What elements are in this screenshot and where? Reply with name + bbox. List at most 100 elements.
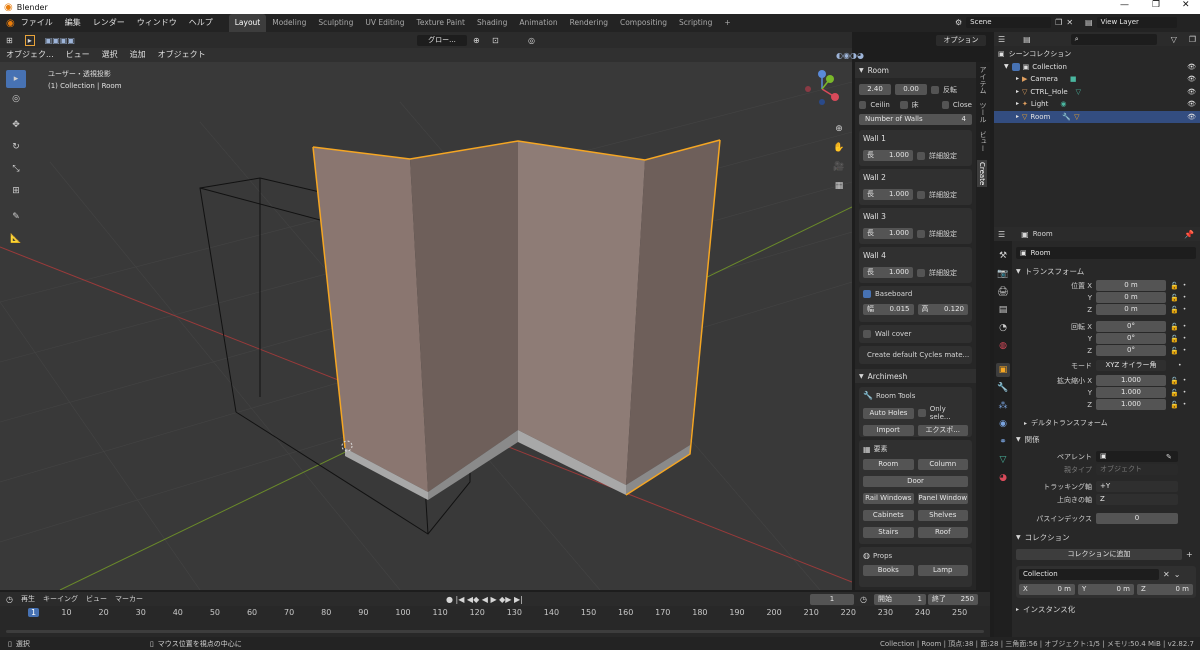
pin-icon[interactable]: 📌 bbox=[1184, 230, 1194, 239]
outliner-item-light[interactable]: ▸ ✦ Light ◉ 👁 bbox=[998, 98, 1196, 111]
transform-icon[interactable]: ⊞ bbox=[6, 180, 26, 202]
material-tab-icon[interactable]: ◕ bbox=[996, 471, 1010, 485]
lock-icon[interactable]: 🔓 bbox=[1170, 377, 1179, 385]
view-layer-tab-icon[interactable]: ▤ bbox=[996, 303, 1010, 317]
scale-icon[interactable]: ⤡ bbox=[6, 158, 26, 180]
wall-length-field[interactable]: 長 1.000 bbox=[863, 267, 913, 278]
wall-length-field[interactable]: 長 1.000 bbox=[863, 189, 913, 200]
minimize-button[interactable]: — bbox=[1120, 0, 1129, 10]
zoom-icon[interactable]: ⊕ bbox=[832, 122, 846, 136]
rotation-y-field[interactable]: 0° bbox=[1096, 333, 1166, 344]
tracking-axis-dropdown[interactable]: +Y bbox=[1096, 481, 1178, 492]
physics-tab-icon[interactable]: ◉ bbox=[996, 417, 1010, 431]
up-axis-dropdown[interactable]: Z bbox=[1096, 494, 1178, 505]
lock-icon[interactable]: 🔓 bbox=[1170, 401, 1179, 409]
parent-type-dropdown[interactable]: オブジェクト bbox=[1096, 464, 1178, 475]
rotation-z-field[interactable]: 0° bbox=[1096, 345, 1166, 356]
properties-editor-icon[interactable]: ☰ bbox=[998, 230, 1005, 239]
object-name-field[interactable]: ▣ Room bbox=[1016, 247, 1196, 259]
collection-offset-z[interactable]: Z 0 m bbox=[1137, 584, 1193, 595]
ceiling-checkbox[interactable] bbox=[859, 101, 867, 109]
lock-icon[interactable]: 🔓 bbox=[1170, 294, 1179, 302]
tab-view[interactable]: ビュー bbox=[978, 131, 988, 152]
cursor-icon[interactable]: ◎ bbox=[6, 88, 26, 110]
tab-texture-paint[interactable]: Texture Paint bbox=[411, 14, 471, 32]
tab-sculpting[interactable]: Sculpting bbox=[312, 14, 359, 32]
maximize-button[interactable]: ❐ bbox=[1152, 0, 1160, 10]
constraints-tab-icon[interactable]: ⚭ bbox=[996, 435, 1010, 449]
measure-icon[interactable]: 📐 bbox=[6, 228, 26, 250]
add-to-collection-button[interactable]: コレクションに追加 bbox=[1016, 549, 1182, 560]
collection-offset-x[interactable]: X 0 m bbox=[1019, 584, 1075, 595]
visibility-icon[interactable]: 👁 bbox=[1187, 98, 1196, 111]
move-icon[interactable]: ✥ bbox=[6, 114, 26, 136]
collection-checkbox[interactable] bbox=[1011, 62, 1020, 71]
visibility-icon[interactable]: 👁 bbox=[1187, 61, 1196, 74]
ortho-toggle-icon[interactable]: ▦ bbox=[832, 179, 846, 193]
editor-type-icon[interactable]: ⊞ bbox=[6, 36, 13, 45]
tab-item[interactable]: アイテム bbox=[978, 66, 988, 94]
scene-tab-icon[interactable]: ◔ bbox=[996, 321, 1010, 335]
wall-length-field[interactable]: 長 1.000 bbox=[863, 150, 913, 161]
tab-uv-editing[interactable]: UV Editing bbox=[359, 14, 410, 32]
lock-icon[interactable]: 🔓 bbox=[1170, 306, 1179, 314]
menu-window[interactable]: ウィンドウ bbox=[131, 14, 183, 32]
tab-modeling[interactable]: Modeling bbox=[266, 14, 312, 32]
outliner-search-input[interactable]: ⌕ bbox=[1070, 33, 1157, 45]
options-dropdown[interactable]: オプション bbox=[936, 34, 986, 46]
outliner-scene-collection[interactable]: ▣ シーンコレクション bbox=[998, 48, 1196, 61]
collection-menu-icon[interactable]: ⌄ bbox=[1174, 570, 1181, 579]
tab-rendering[interactable]: Rendering bbox=[564, 14, 614, 32]
pan-icon[interactable]: ✋ bbox=[832, 141, 846, 155]
remove-collection-icon[interactable]: ✕ bbox=[1163, 570, 1170, 579]
transform-header[interactable]: ▼ トランスフォーム bbox=[1016, 265, 1196, 277]
shelves-button[interactable]: Shelves bbox=[917, 510, 968, 521]
location-z-field[interactable]: 0 m bbox=[1096, 304, 1166, 315]
annotate-icon[interactable]: ✎ bbox=[6, 206, 26, 228]
current-frame-field[interactable]: 1 bbox=[810, 593, 854, 605]
tab-tool[interactable]: ツール bbox=[978, 102, 988, 123]
import-button[interactable]: Import bbox=[863, 425, 914, 436]
number-of-walls-field[interactable]: Number of Walls 4 bbox=[859, 114, 972, 125]
lock-icon[interactable]: 🔓 bbox=[1170, 335, 1179, 343]
object-tab-icon[interactable]: ▣ bbox=[996, 363, 1010, 377]
render-tab-icon[interactable]: 📷 bbox=[996, 267, 1010, 281]
room-panel-header[interactable]: ▼ Room bbox=[855, 62, 976, 78]
new-collection-icon[interactable]: ❐ bbox=[1189, 35, 1196, 44]
menu-render[interactable]: レンダー bbox=[87, 14, 131, 32]
tab-create[interactable]: Create bbox=[977, 160, 987, 188]
scene-selector[interactable]: Scene bbox=[966, 17, 1052, 28]
output-tab-icon[interactable]: 🖨 bbox=[996, 285, 1010, 299]
current-frame-marker[interactable]: 1 bbox=[28, 608, 40, 617]
playback-menu[interactable]: 再生 bbox=[21, 594, 35, 604]
visibility-icon[interactable]: 👁 bbox=[1187, 86, 1196, 99]
rotation-mode-dropdown[interactable]: XYZ オイラー角 bbox=[1096, 360, 1166, 371]
rail-windows-button[interactable]: Rail Windows bbox=[863, 493, 914, 504]
scale-x-field[interactable]: 1.000 bbox=[1096, 375, 1166, 386]
close-button[interactable]: ✕ bbox=[1182, 0, 1190, 10]
delete-scene-icon[interactable]: ✕ bbox=[1066, 18, 1073, 27]
select-tool-icon[interactable]: ▸ bbox=[24, 34, 35, 46]
transform-orientation-dropdown[interactable]: グロー... bbox=[417, 34, 467, 46]
blender-menu-icon[interactable]: ◉ bbox=[6, 18, 15, 29]
baseboard-checkbox[interactable] bbox=[863, 290, 871, 298]
outliner-funnel-icon[interactable]: ▽ bbox=[1171, 35, 1177, 44]
scale-y-field[interactable]: 1.000 bbox=[1096, 387, 1166, 398]
rotation-x-field[interactable]: 0° bbox=[1096, 321, 1166, 332]
new-scene-icon[interactable]: ❐ bbox=[1055, 18, 1062, 27]
flip-checkbox[interactable] bbox=[931, 85, 939, 94]
add-workspace-icon[interactable]: + bbox=[718, 14, 736, 32]
add-icon[interactable]: + bbox=[1186, 550, 1193, 559]
outliner-item-camera[interactable]: ▸ ▶ Camera ■ 👁 bbox=[998, 73, 1196, 86]
wall-length-field[interactable]: 長 1.000 bbox=[863, 228, 913, 239]
outliner-item-room[interactable]: ▸ ▽ Room 🔧 ▽ 👁 bbox=[994, 110, 1200, 123]
column-button[interactable]: Column bbox=[917, 459, 968, 470]
tool-tab-icon[interactable]: ⚒ bbox=[996, 249, 1010, 263]
collections-header[interactable]: ▼ コレクション bbox=[1016, 532, 1196, 543]
timeline-editor-icon[interactable]: ◷ bbox=[6, 595, 13, 604]
room-thickness-field[interactable]: 0.00 bbox=[895, 84, 927, 95]
room-object[interactable] bbox=[312, 139, 721, 500]
tab-animation[interactable]: Animation bbox=[513, 14, 563, 32]
snap-icon[interactable]: ⊡ bbox=[492, 36, 499, 45]
modifier-tab-icon[interactable]: 🔧 bbox=[996, 381, 1010, 395]
